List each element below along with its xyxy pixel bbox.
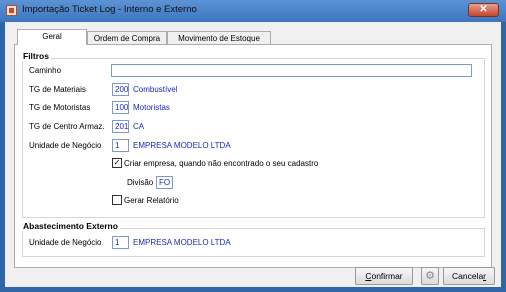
gear-button[interactable]: ⚙: [421, 267, 439, 285]
confirmar-label: onfirmar: [371, 271, 403, 281]
tg-motoristas-code-input[interactable]: 100: [112, 101, 129, 114]
tg-centro-code-input[interactable]: 201: [112, 120, 129, 133]
gerar-relatorio-checkbox[interactable]: [112, 195, 122, 205]
filtros-title: Filtros: [21, 51, 51, 61]
tg-materiais-desc: Combustível: [133, 85, 178, 94]
cancelar-button[interactable]: Cancelar: [443, 267, 495, 285]
divisao-input[interactable]: FO: [156, 176, 173, 189]
tab-panel-geral: Filtros Caminho TG de Materiais 200 Comb…: [14, 44, 492, 268]
title-bar[interactable]: Importação Ticket Log - Interno e Extern…: [0, 0, 506, 22]
cancelar-mnemonic: r: [483, 271, 487, 281]
dialog-body: Geral Ordem de Compra Movimento de Estoq…: [5, 22, 501, 287]
app-icon: [6, 5, 17, 16]
tg-centro-desc: CA: [133, 122, 145, 131]
tg-motoristas-desc: Motoristas: [133, 103, 170, 112]
abastecimento-unidade-desc: EMPRESA MODELO LTDA: [133, 238, 231, 247]
abastecimento-title: Abastecimento Externo: [21, 221, 120, 231]
window-title: Importação Ticket Log - Interno e Extern…: [22, 4, 197, 15]
gerar-relatorio-label: Gerar Relatório: [124, 196, 179, 205]
divisao-label: Divisão: [127, 178, 154, 187]
close-button[interactable]: ✕: [468, 3, 499, 17]
criar-empresa-label: Criar empresa, quando não encontrado o s…: [124, 159, 319, 168]
tg-materiais-label: TG de Materiais: [29, 85, 86, 94]
tab-geral[interactable]: Geral: [17, 29, 87, 45]
tab-ordem-de-compra[interactable]: Ordem de Compra: [87, 31, 167, 45]
tab-movimento-de-estoque[interactable]: Movimento de Estoque: [167, 31, 271, 45]
tg-centro-label: TG de Centro Armaz.: [29, 122, 105, 131]
dialog-window: Importação Ticket Log - Interno e Extern…: [0, 0, 506, 292]
cancelar-label: Cancela: [451, 271, 484, 281]
criar-empresa-checkbox[interactable]: ✓: [112, 158, 122, 168]
caminho-input[interactable]: [111, 64, 472, 77]
tg-motoristas-label: TG de Motoristas: [29, 103, 91, 112]
unidade-negocio-label: Unidade de Negócio: [29, 141, 102, 150]
tg-materiais-code-input[interactable]: 200: [112, 83, 129, 96]
unidade-negocio-desc: EMPRESA MODELO LTDA: [133, 141, 231, 150]
abastecimento-unidade-code-input[interactable]: 1: [112, 236, 129, 249]
gear-icon: ⚙: [425, 270, 435, 282]
confirmar-button[interactable]: Confirmar: [355, 267, 413, 285]
unidade-negocio-code-input[interactable]: 1: [112, 139, 129, 152]
abastecimento-unidade-label: Unidade de Negócio: [29, 238, 102, 247]
filtros-group: [22, 58, 485, 218]
caminho-label: Caminho: [29, 66, 62, 75]
